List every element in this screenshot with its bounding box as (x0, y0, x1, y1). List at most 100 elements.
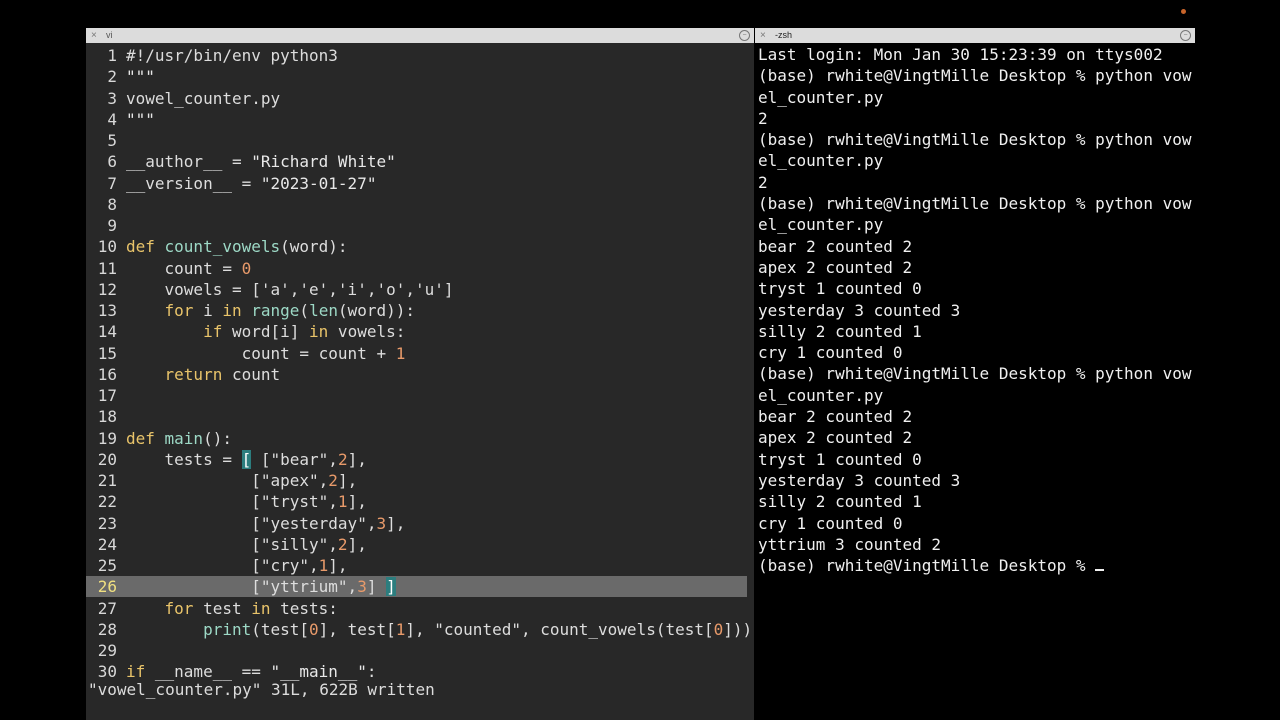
shell-prompt: (base) rwhite@VingtMille Desktop % (758, 556, 1096, 576)
terminal-output-line: (base) rwhite@VingtMille Desktop % pytho… (758, 66, 1192, 86)
vi-editor-buffer[interactable]: 1 #!/usr/bin/env python3 2 """ 3 vowel_counte… (86, 44, 754, 720)
code-text: #!/usr/bin/env python3 (126, 45, 338, 66)
code-token: 3 (357, 577, 367, 597)
terminal-output-line: yesterday 3 counted 3 (758, 300, 961, 320)
zsh-terminal-window[interactable]: × -zsh − Last login: Mon Jan 30 15:23:39… (755, 28, 1195, 720)
code-token: len (309, 301, 338, 320)
code-token: ], (328, 556, 348, 575)
vi-titlebar[interactable]: × vi − (86, 28, 754, 43)
line-number: 24 (97, 534, 117, 554)
line-number: 19 (97, 428, 117, 448)
code-token: """ (126, 109, 155, 129)
code-token: ], test[ (318, 619, 396, 639)
code-token: ["apex", (126, 471, 329, 490)
code-token: in (309, 322, 329, 342)
line-number: 28 (97, 619, 117, 639)
code-text: ["yttrium",3] ] (126, 576, 396, 597)
code-text: for i in range(len(word)): (126, 300, 416, 321)
line-number: 26 (97, 577, 117, 597)
code-token: 0 (309, 619, 319, 639)
terminal-output-line: 2 (758, 172, 768, 192)
terminal-output-line: cry 1 counted 0 (758, 343, 903, 363)
code-text: tests = [ ["bear",2], (126, 449, 367, 470)
line-number: 27 (97, 598, 117, 618)
code-token: for (164, 301, 194, 320)
code-token: ])) (723, 619, 753, 639)
code-text: ["yesterday",3], (126, 513, 405, 534)
terminal-output-line: bear 2 counted 2 (758, 407, 913, 427)
code-token: ["tryst", (126, 492, 338, 512)
options-icon[interactable]: − (1180, 30, 1191, 41)
code-text: def count_vowels(word): (126, 236, 348, 257)
code-token: (word)): (337, 301, 416, 320)
code-token: #!/usr/bin/env python3 (126, 46, 338, 65)
line-number: 8 (107, 194, 117, 214)
line-number: 5 (107, 131, 117, 150)
terminal-output-line: bear 2 counted 2 (758, 236, 913, 256)
code-text: __author__ = "Richard White" (126, 151, 396, 172)
text-cursor (1095, 569, 1105, 572)
line-number: 22 (97, 492, 117, 512)
zsh-window-title: -zsh (775, 30, 793, 40)
line-number: 16 (97, 364, 117, 384)
code-token: main (164, 428, 204, 448)
vi-window-title: vi (106, 30, 113, 40)
code-token: ["cry", (126, 556, 319, 575)
code-token: ["bear", (251, 449, 338, 469)
terminal-output-line: el_counter.py (758, 87, 884, 107)
code-token: "2023-01-27" (260, 173, 377, 193)
line-number: 15 (97, 343, 117, 363)
code-token: ], "counted", count_vowels(test[ (405, 619, 714, 639)
line-number: 20 (97, 449, 117, 469)
code-text: count = 0 (126, 258, 252, 279)
code-token: vowels: (328, 322, 406, 342)
line-number: 29 (97, 641, 117, 660)
close-icon[interactable]: × (760, 28, 766, 43)
code-token: (): (203, 428, 232, 448)
line-number: 10 (97, 237, 117, 257)
code-token: count_vowels (164, 237, 281, 257)
zsh-titlebar[interactable]: × -zsh − (755, 28, 1195, 43)
terminal-output-line: 2 (758, 108, 768, 128)
zsh-terminal-output[interactable]: Last login: Mon Jan 30 15:23:39 on ttys0… (758, 44, 1195, 720)
code-token: ["silly", (126, 534, 338, 554)
vi-status-line: "vowel_counter.py" 31L, 622B written (88, 680, 435, 699)
code-token: __author__ = (126, 152, 252, 172)
code-token: in (222, 301, 242, 320)
terminal-prompt-line[interactable]: (base) rwhite@VingtMille Desktop % (758, 555, 1195, 576)
vi-terminal-window[interactable]: × vi − 1 #!/usr/bin/env python3 2 """ 3 vowel… (86, 28, 754, 720)
line-number: 12 (97, 279, 117, 299)
code-text: """ (126, 66, 155, 87)
line-number: 18 (97, 407, 117, 427)
code-text: ["tryst",1], (126, 491, 367, 512)
code-token: 1 (318, 556, 329, 575)
line-number: 9 (107, 216, 117, 235)
code-token: ["yttrium", (126, 577, 358, 597)
terminal-output-line: el_counter.py (758, 215, 884, 235)
line-number: 23 (97, 513, 117, 533)
terminal-output-line: (base) rwhite@VingtMille Desktop % pytho… (758, 194, 1192, 214)
code-token: i (193, 301, 223, 320)
terminal-output-line: tryst 1 counted 0 (758, 449, 922, 469)
line-number: 13 (97, 301, 117, 320)
code-token: count = (126, 258, 242, 278)
line-number: 25 (97, 556, 117, 575)
code-token: print (203, 619, 252, 639)
line-number: 17 (97, 386, 117, 405)
terminal-output-line: el_counter.py (758, 385, 884, 405)
code-token: 1 (395, 343, 406, 363)
code-token: def (126, 237, 165, 257)
code-token: ( (299, 301, 310, 320)
close-icon[interactable]: × (91, 28, 97, 43)
options-icon[interactable]: − (739, 30, 750, 41)
code-token: ] (366, 577, 387, 597)
code-text: return count (126, 364, 281, 385)
line-number: 7 (107, 173, 117, 193)
matching-bracket-highlight: [ (241, 449, 252, 469)
code-token: def (126, 428, 165, 448)
code-token: if (203, 322, 223, 342)
